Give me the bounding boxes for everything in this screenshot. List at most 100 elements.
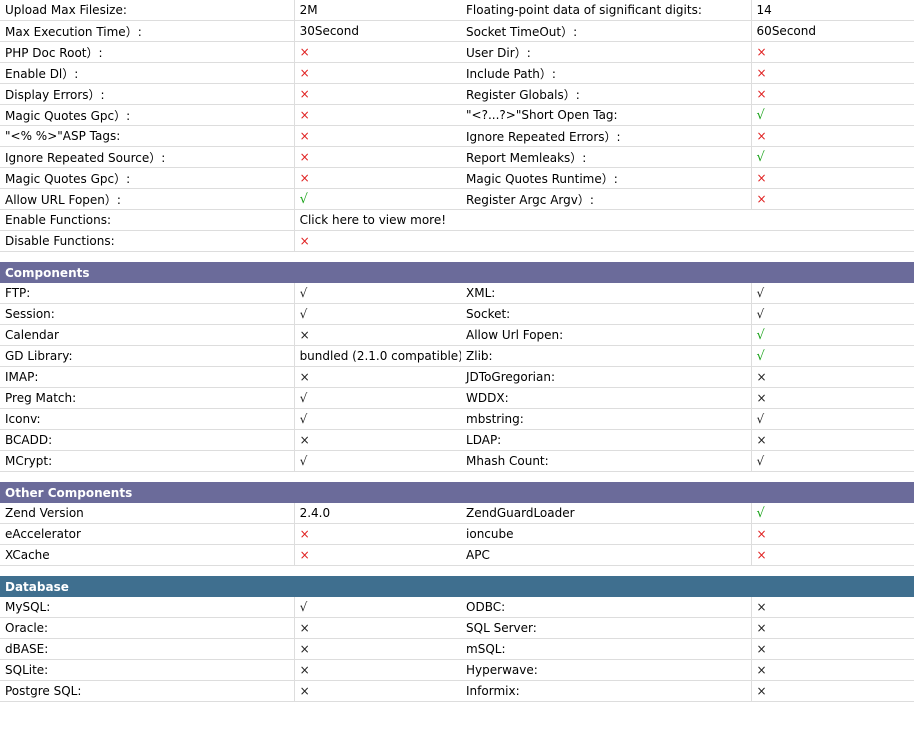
cross-icon: × (299, 234, 310, 248)
check-icon: √ (299, 192, 308, 207)
setting-label: Enable Dl）: (0, 62, 295, 84)
setting-label: Magic Quotes Gpc）: (0, 104, 295, 126)
database-label: Postgre SQL: (0, 680, 295, 702)
cross-icon: × (756, 45, 767, 59)
table-row: MCrypt: √ Mhash Count: √ (0, 450, 914, 472)
table-row: XCache × APC × (0, 544, 914, 566)
cross-icon: × (756, 370, 767, 384)
setting-label: Magic Quotes Gpc）: (0, 167, 295, 189)
components-title: Components (0, 262, 914, 283)
check-icon: √ (756, 412, 765, 426)
cross-icon: × (756, 548, 767, 562)
setting-label: Socket TimeOut）: (461, 20, 752, 42)
table-row: PHP Doc Root）: × User Dir）: × (0, 41, 914, 63)
table-row: IMAP: × JDToGregorian: × (0, 366, 914, 388)
check-icon: √ (756, 328, 765, 343)
cross-icon: × (756, 621, 767, 635)
component-label: eAccelerator (0, 523, 295, 545)
check-icon: √ (299, 286, 308, 300)
component-label: Session: (0, 303, 295, 325)
table-row: Display Errors）: × Register Globals）: × (0, 83, 914, 105)
setting-label: Display Errors）: (0, 83, 295, 105)
cross-icon: × (756, 684, 767, 698)
component-label: GD Library: (0, 345, 295, 367)
setting-value: 60Second (751, 20, 914, 42)
cross-icon: × (756, 171, 767, 185)
server-info-table: Upload Max Filesize: 2M Floating-point d… (0, 0, 914, 702)
setting-value: 30Second (294, 20, 462, 42)
cross-icon: × (299, 684, 310, 698)
table-row: MySQL: √ ODBC: × (0, 597, 914, 618)
enable-functions-label: Enable Functions: (0, 209, 295, 231)
component-label: Preg Match: (0, 387, 295, 409)
setting-label: User Dir）: (461, 41, 752, 63)
php-probe-page: Upload Max Filesize: 2M Floating-point d… (0, 0, 914, 702)
setting-label: Register Argc Argv）: (461, 188, 752, 210)
component-label: LDAP: (461, 429, 752, 451)
component-label: APC (461, 544, 752, 566)
setting-label: Ignore Repeated Source）: (0, 146, 295, 168)
setting-label: Max Execution Time）: (0, 20, 295, 42)
component-label: Socket: (461, 303, 752, 325)
component-label: XML: (461, 283, 752, 304)
setting-value: 2M (294, 0, 462, 21)
table-row: Oracle: × SQL Server: × (0, 617, 914, 639)
component-label: Zend Version (0, 503, 295, 524)
cross-icon: × (756, 600, 767, 614)
database-label: ODBC: (461, 597, 752, 618)
table-row: Upload Max Filesize: 2M Floating-point d… (0, 0, 914, 21)
table-row: Ignore Repeated Source）: × Report Memlea… (0, 146, 914, 168)
component-label: XCache (0, 544, 295, 566)
table-row: Magic Quotes Gpc）: × "<?...?>"Short Open… (0, 104, 914, 126)
cross-icon: × (756, 66, 767, 80)
database-label: mSQL: (461, 638, 752, 660)
table-row: Max Execution Time）: 30Second Socket Tim… (0, 20, 914, 42)
database-label: MySQL: (0, 597, 295, 618)
cross-icon: × (299, 621, 310, 635)
cross-icon: × (299, 129, 310, 143)
table-row: Enable Dl）: × Include Path）: × (0, 62, 914, 84)
cross-icon: × (299, 150, 310, 164)
component-label: Allow Url Fopen: (461, 324, 752, 346)
table-row: Session: √ Socket: √ (0, 303, 914, 325)
database-label: SQL Server: (461, 617, 752, 639)
section-header: Components (0, 262, 914, 283)
table-row: Disable Functions: × (0, 230, 914, 252)
check-icon: √ (299, 391, 308, 405)
component-label: ioncube (461, 523, 752, 545)
check-icon: √ (756, 349, 765, 364)
component-label: Mhash Count: (461, 450, 752, 472)
cross-icon: × (299, 548, 310, 562)
component-label: Iconv: (0, 408, 295, 430)
setting-label: "<?...?>"Short Open Tag: (461, 104, 752, 126)
cross-icon: × (299, 87, 310, 101)
other-components-title: Other Components (0, 482, 914, 503)
view-more-functions-link[interactable]: Click here to view more! (300, 213, 446, 227)
component-label: BCADD: (0, 429, 295, 451)
database-label: dBASE: (0, 638, 295, 660)
cross-icon: × (756, 642, 767, 656)
check-icon: √ (299, 412, 308, 426)
database-label: SQLite: (0, 659, 295, 681)
components-section: Components FTP: √ XML: √ Session: √ Sock… (0, 262, 914, 482)
cross-icon: × (299, 45, 310, 59)
setting-label: Floating-point data of significant digit… (461, 0, 752, 21)
setting-label: Allow URL Fopen）: (0, 188, 295, 210)
component-value: 2.4.0 (294, 503, 462, 524)
setting-label: PHP Doc Root）: (0, 41, 295, 63)
table-row: BCADD: × LDAP: × (0, 429, 914, 451)
cross-icon: × (756, 129, 767, 143)
table-row: Allow URL Fopen）: √ Register Argc Argv）:… (0, 188, 914, 210)
table-row: Magic Quotes Gpc）: × Magic Quotes Runtim… (0, 167, 914, 189)
component-label: JDToGregorian: (461, 366, 752, 388)
cross-icon: × (756, 663, 767, 677)
check-icon: √ (756, 307, 765, 321)
cross-icon: × (299, 663, 310, 677)
component-label: IMAP: (0, 366, 295, 388)
table-row: FTP: √ XML: √ (0, 283, 914, 304)
disable-functions-label: Disable Functions: (0, 230, 295, 252)
component-label: WDDX: (461, 387, 752, 409)
cross-icon: × (299, 433, 310, 447)
cross-icon: × (299, 328, 310, 342)
table-row: dBASE: × mSQL: × (0, 638, 914, 660)
